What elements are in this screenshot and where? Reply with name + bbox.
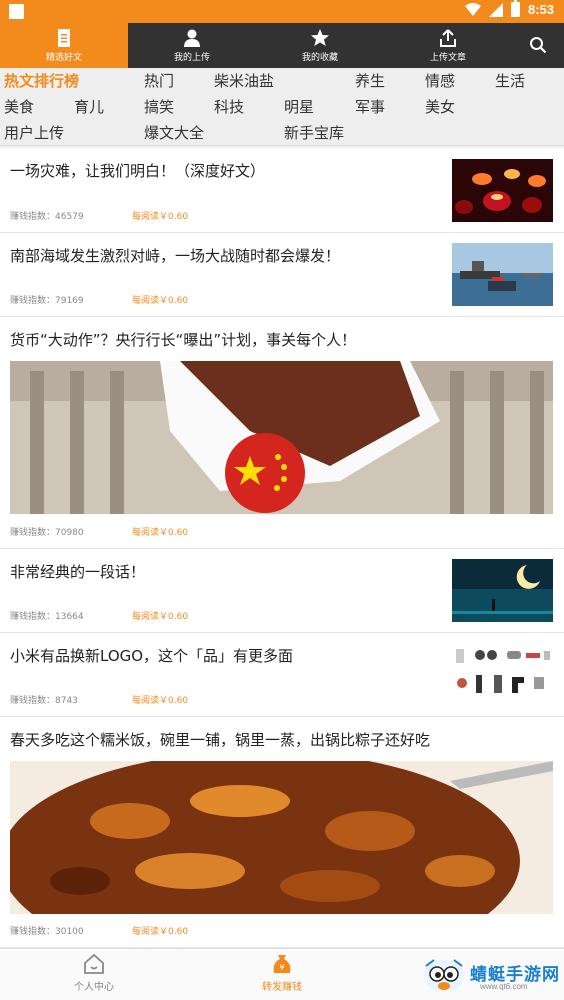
category-item[interactable]: 生活: [495, 69, 525, 93]
notification-icon: [9, 4, 24, 19]
read-rate: 每阅读￥0.60: [132, 528, 189, 538]
dragonfly-logo-icon: [424, 959, 464, 992]
article-item[interactable]: 南部海域发生激烈对峙，一场大战随时都会爆发！ 赚钱指数：79169 每阅读￥0.…: [0, 233, 564, 317]
article-item[interactable]: 非常经典的一段话！ 赚钱指数：13664 每阅读￥0.60: [0, 549, 564, 633]
nav-share-earn[interactable]: ¥ 转发赚钱: [252, 953, 312, 993]
article-title: 非常经典的一段话！: [10, 563, 146, 581]
article-title: 南部海域发生激烈对峙，一场大战随时都会爆发！: [10, 247, 341, 265]
category-hot-ranking[interactable]: 热文排行榜: [4, 69, 79, 93]
status-time: 8:53: [527, 2, 554, 17]
category-item[interactable]: 用户上传: [4, 121, 64, 145]
earning-index: 赚钱指数：8743: [10, 696, 78, 706]
category-item[interactable]: 美女: [425, 95, 455, 119]
read-rate: 每阅读￥0.60: [132, 927, 189, 937]
watermark-url: www.qt6.com: [480, 982, 528, 991]
site-watermark: 蜻蜓手游网 www.qt6.com: [418, 954, 564, 998]
status-bar: 8:53: [0, 0, 564, 23]
top-tab-bar: 精选好文 我的上传 我的收藏 上传文章: [0, 23, 564, 68]
category-item[interactable]: 爆文大全: [144, 121, 204, 145]
signal-icon: [488, 2, 503, 17]
read-rate: 每阅读￥0.60: [132, 296, 189, 306]
category-item[interactable]: 军事: [355, 95, 385, 119]
category-grid: 热文排行榜 热门 柴米油盐 养生 情感 生活 美食 育儿 搞笑 科技 明星 军事…: [0, 68, 564, 146]
nav-personal-center[interactable]: 个人中心: [64, 953, 124, 993]
wifi-icon: [464, 2, 481, 16]
article-title: 小米有品换新LOGO，这个「品」有更多面: [10, 647, 294, 665]
category-item[interactable]: 科技: [214, 95, 244, 119]
category-item[interactable]: 柴米油盐: [214, 69, 274, 93]
category-item[interactable]: 育儿: [74, 95, 104, 119]
tab-label: 我的收藏: [301, 53, 338, 63]
earning-index: 赚钱指数：70980: [10, 528, 84, 538]
earning-index: 赚钱指数：79169: [10, 296, 84, 306]
user-icon: [184, 29, 200, 47]
category-item[interactable]: 美食: [4, 95, 34, 119]
category-item[interactable]: 搞笑: [144, 95, 174, 119]
earning-index: 赚钱指数：30100: [10, 927, 84, 937]
article-title: 货币“大动作”？央行行长“曝出”计划，事关每个人！: [10, 331, 357, 349]
read-rate: 每阅读￥0.60: [132, 212, 189, 222]
category-item[interactable]: 明星: [284, 95, 314, 119]
read-rate: 每阅读￥0.60: [132, 612, 189, 622]
search-button[interactable]: [512, 23, 564, 68]
money-bag-icon: ¥: [273, 955, 291, 973]
tab-label: 上传文章: [429, 53, 466, 63]
search-icon: [530, 37, 547, 54]
article-item[interactable]: 一场灾难，让我们明白！（深度好文） 赚钱指数：46579 每阅读￥0.60: [0, 148, 564, 233]
earning-index: 赚钱指数：46579: [10, 212, 84, 222]
category-item[interactable]: 养生: [355, 69, 385, 93]
article-image: [10, 361, 553, 514]
upload-icon: [440, 29, 456, 47]
article-thumbnail: [452, 243, 553, 306]
article-thumbnail: [452, 159, 553, 222]
category-item[interactable]: 情感: [425, 69, 455, 93]
svg-text:¥: ¥: [279, 963, 284, 972]
star-icon: [311, 29, 329, 46]
home-icon: [84, 953, 104, 974]
article-title: 一场灾难，让我们明白！（深度好文）: [10, 162, 266, 180]
article-item[interactable]: 春天多吃这个糯米饭，碗里一铺，锅里一蒸，出锅比粽子还好吃 赚钱指数：30100 …: [0, 717, 564, 948]
article-thumbnail: [452, 559, 553, 622]
tab-my-favorites[interactable]: 我的收藏: [256, 23, 384, 68]
article-title: 春天多吃这个糯米饭，碗里一铺，锅里一蒸，出锅比粽子还好吃: [10, 731, 431, 749]
tab-label: 精选好文: [45, 53, 82, 63]
earning-index: 赚钱指数：13664: [10, 612, 84, 622]
category-item[interactable]: 热门: [144, 69, 174, 93]
article-item[interactable]: 货币“大动作”？央行行长“曝出”计划，事关每个人！ 赚钱指数：70980 每阅读…: [0, 317, 564, 549]
article-thumbnail: [452, 643, 553, 706]
article-item[interactable]: 小米有品换新LOGO，这个「品」有更多面 赚钱指数：8743 每阅读￥0.60: [0, 633, 564, 717]
nav-label: 个人中心: [74, 982, 114, 993]
tab-label: 我的上传: [173, 53, 210, 63]
read-rate: 每阅读￥0.60: [132, 696, 189, 706]
tab-featured[interactable]: 精选好文: [0, 23, 128, 68]
document-icon: [58, 29, 70, 47]
category-item[interactable]: 新手宝库: [284, 121, 344, 145]
article-image: [10, 761, 553, 914]
battery-icon: [510, 0, 520, 17]
tab-upload-article[interactable]: 上传文章: [384, 23, 512, 68]
nav-label: 转发赚钱: [262, 982, 302, 993]
tab-my-uploads[interactable]: 我的上传: [128, 23, 256, 68]
